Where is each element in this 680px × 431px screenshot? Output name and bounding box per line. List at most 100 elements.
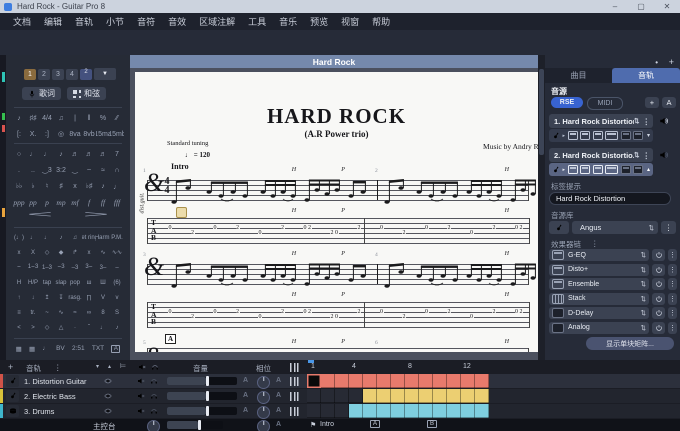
solo-headphones-icon[interactable] (150, 392, 158, 400)
chords-button[interactable]: 和弦 (67, 87, 106, 100)
palette-symbol[interactable]: ♩ (40, 230, 54, 245)
volume-slider[interactable] (167, 392, 237, 400)
timeline-cell[interactable] (419, 389, 433, 403)
section-b-marker[interactable]: B (427, 420, 437, 428)
reorder-icon[interactable]: ⇅ (634, 117, 639, 125)
fret-number[interactable]: 0 2 (515, 225, 524, 231)
timeline-cell[interactable] (349, 389, 363, 403)
menu-item[interactable]: 音效 (168, 15, 186, 28)
palette-symbol[interactable]: ♭♯ (82, 178, 96, 194)
fret-number[interactable]: 2 0 (330, 314, 339, 320)
palette-symbol[interactable]: f (82, 194, 96, 210)
fret-number[interactable]: 0 (470, 314, 474, 320)
palette-symbol[interactable]: X (26, 245, 40, 260)
decrescendo-symbol[interactable]: > (6, 210, 130, 226)
fret-number[interactable]: 2 (357, 309, 361, 315)
palette-symbol[interactable]: ○ (12, 146, 26, 162)
palette-symbol[interactable]: [: (12, 126, 26, 142)
track-name[interactable]: 2. Electric Bass (24, 392, 76, 401)
pan-knob[interactable] (257, 376, 270, 389)
palette-symbol[interactable]: let ring (82, 230, 96, 245)
palette-symbol[interactable]: ⁄⁄ (110, 110, 124, 126)
add-track-button[interactable]: + (8, 362, 13, 372)
palette-symbol[interactable]: ♪ (54, 230, 68, 245)
fret-number[interactable]: 0 (380, 225, 384, 231)
palette-symbol[interactable]: 3⌢ (82, 260, 96, 275)
minimize-button[interactable]: – (602, 2, 628, 11)
palette-symbol[interactable]: ⌢ (82, 162, 96, 178)
mute-icon[interactable] (137, 377, 145, 385)
expand-all-icon[interactable]: ▴ (108, 363, 111, 370)
palette-symbol[interactable]: P.M. (110, 230, 124, 245)
fx-menu-button[interactable]: ⋮ (668, 322, 677, 334)
palette-symbol[interactable]: ♩ (26, 146, 40, 162)
palette-symbol[interactable]: H (12, 275, 26, 290)
palette-symbol[interactable]: 3:2 (54, 162, 68, 178)
fx-menu-icon[interactable]: ⋮ (591, 239, 599, 248)
palette-symbol[interactable]: ∿ (96, 245, 110, 260)
track-label-input[interactable] (549, 192, 671, 205)
palette-symbol[interactable]: ♬ (82, 146, 96, 162)
timeline-cell[interactable] (335, 389, 349, 403)
bank-guitar-chip[interactable] (549, 221, 569, 234)
midi-button[interactable]: MIDI (587, 97, 623, 110)
timeline-cell[interactable] (321, 374, 335, 388)
palette-tab-sup[interactable]: 2 (80, 69, 92, 80)
solo-headphones-icon[interactable] (150, 377, 158, 385)
timeline-cell[interactable] (475, 374, 489, 388)
palette-symbol[interactable]: ↑ (12, 290, 26, 305)
timeline-cell[interactable] (307, 404, 321, 418)
expand-icon[interactable]: ▴ (647, 166, 650, 173)
timeline-cell[interactable] (433, 404, 447, 418)
palette-symbol[interactable]: ♩ (110, 178, 124, 194)
fret-number[interactable]: 2 0 (330, 230, 339, 236)
volume-slider[interactable] (167, 377, 237, 385)
menu-item[interactable]: 编辑 (44, 15, 62, 28)
menu-item[interactable]: 区域注解 (199, 15, 235, 28)
palette-symbol[interactable]: mp (54, 194, 68, 210)
palette-symbol[interactable]: slap (54, 275, 68, 290)
master-pan-knob[interactable] (257, 420, 270, 431)
fret-number[interactable]: 2 (236, 225, 240, 231)
track-menu-icon[interactable]: ⋮ (643, 117, 651, 126)
show-pedalboard-button[interactable]: 显示单块矩阵... (586, 337, 674, 350)
fx-menu-button[interactable]: ⋮ (668, 307, 677, 319)
palette-symbol[interactable]: ♭♭ (12, 178, 26, 194)
visibility-eye-icon[interactable] (104, 407, 112, 415)
timeline-cell[interactable] (475, 404, 489, 418)
palette-symbol[interactable]: < (12, 320, 26, 335)
volume-auto-button[interactable]: A (243, 392, 248, 399)
palette-symbol[interactable]: ∿∿ (110, 245, 124, 260)
menu-item[interactable]: 音乐 (279, 15, 297, 28)
palette-tab-4[interactable]: 4 (66, 69, 78, 80)
notation-system-1[interactable]: & 44 (147, 175, 532, 205)
master-gain-knob[interactable] (147, 420, 160, 431)
menu-item[interactable]: 预览 (310, 15, 328, 28)
master-row[interactable]: 主控台 A ⚑ Intro A B (0, 419, 680, 431)
fx-menu-button[interactable]: ⋮ (668, 278, 677, 290)
palette-symbol[interactable]: 7 (110, 146, 124, 162)
timestamp-button[interactable]: 2:51 (72, 345, 85, 352)
timeline-cell[interactable] (447, 389, 461, 403)
palette-symbol[interactable]: 8vb (82, 126, 96, 142)
timeline-cell[interactable] (307, 374, 321, 388)
mute-icon[interactable] (137, 392, 145, 400)
tracks-menu-icon[interactable]: ⋮ (54, 363, 62, 372)
fret-number[interactable]: 0 (258, 230, 262, 236)
palette-symbol[interactable]: ♩ (26, 230, 40, 245)
palette-symbol[interactable]: 15ma (96, 126, 110, 142)
timeline-cell[interactable] (321, 404, 335, 418)
mute-all-icon[interactable] (138, 363, 146, 371)
timeline-cell[interactable] (391, 389, 405, 403)
fx-row[interactable]: Ensemble ⇅ ⋮ (549, 278, 679, 290)
fret-number[interactable]: 0 (425, 225, 429, 231)
fret-number[interactable]: 2 (236, 309, 240, 315)
fret-number[interactable]: 2 (191, 314, 195, 320)
fret-number[interactable]: 0 (213, 309, 217, 315)
section-marker-button[interactable]: A (111, 345, 120, 353)
track-card-1[interactable]: 1. Hard Rock Distortion ⇅ ⋮ (549, 114, 653, 128)
timeline-cell[interactable] (419, 404, 433, 418)
close-button[interactable]: ✕ (654, 2, 680, 11)
track-menu-icon[interactable]: ⋮ (643, 151, 651, 160)
autoscroll-icon[interactable]: ⊨ (120, 362, 126, 370)
